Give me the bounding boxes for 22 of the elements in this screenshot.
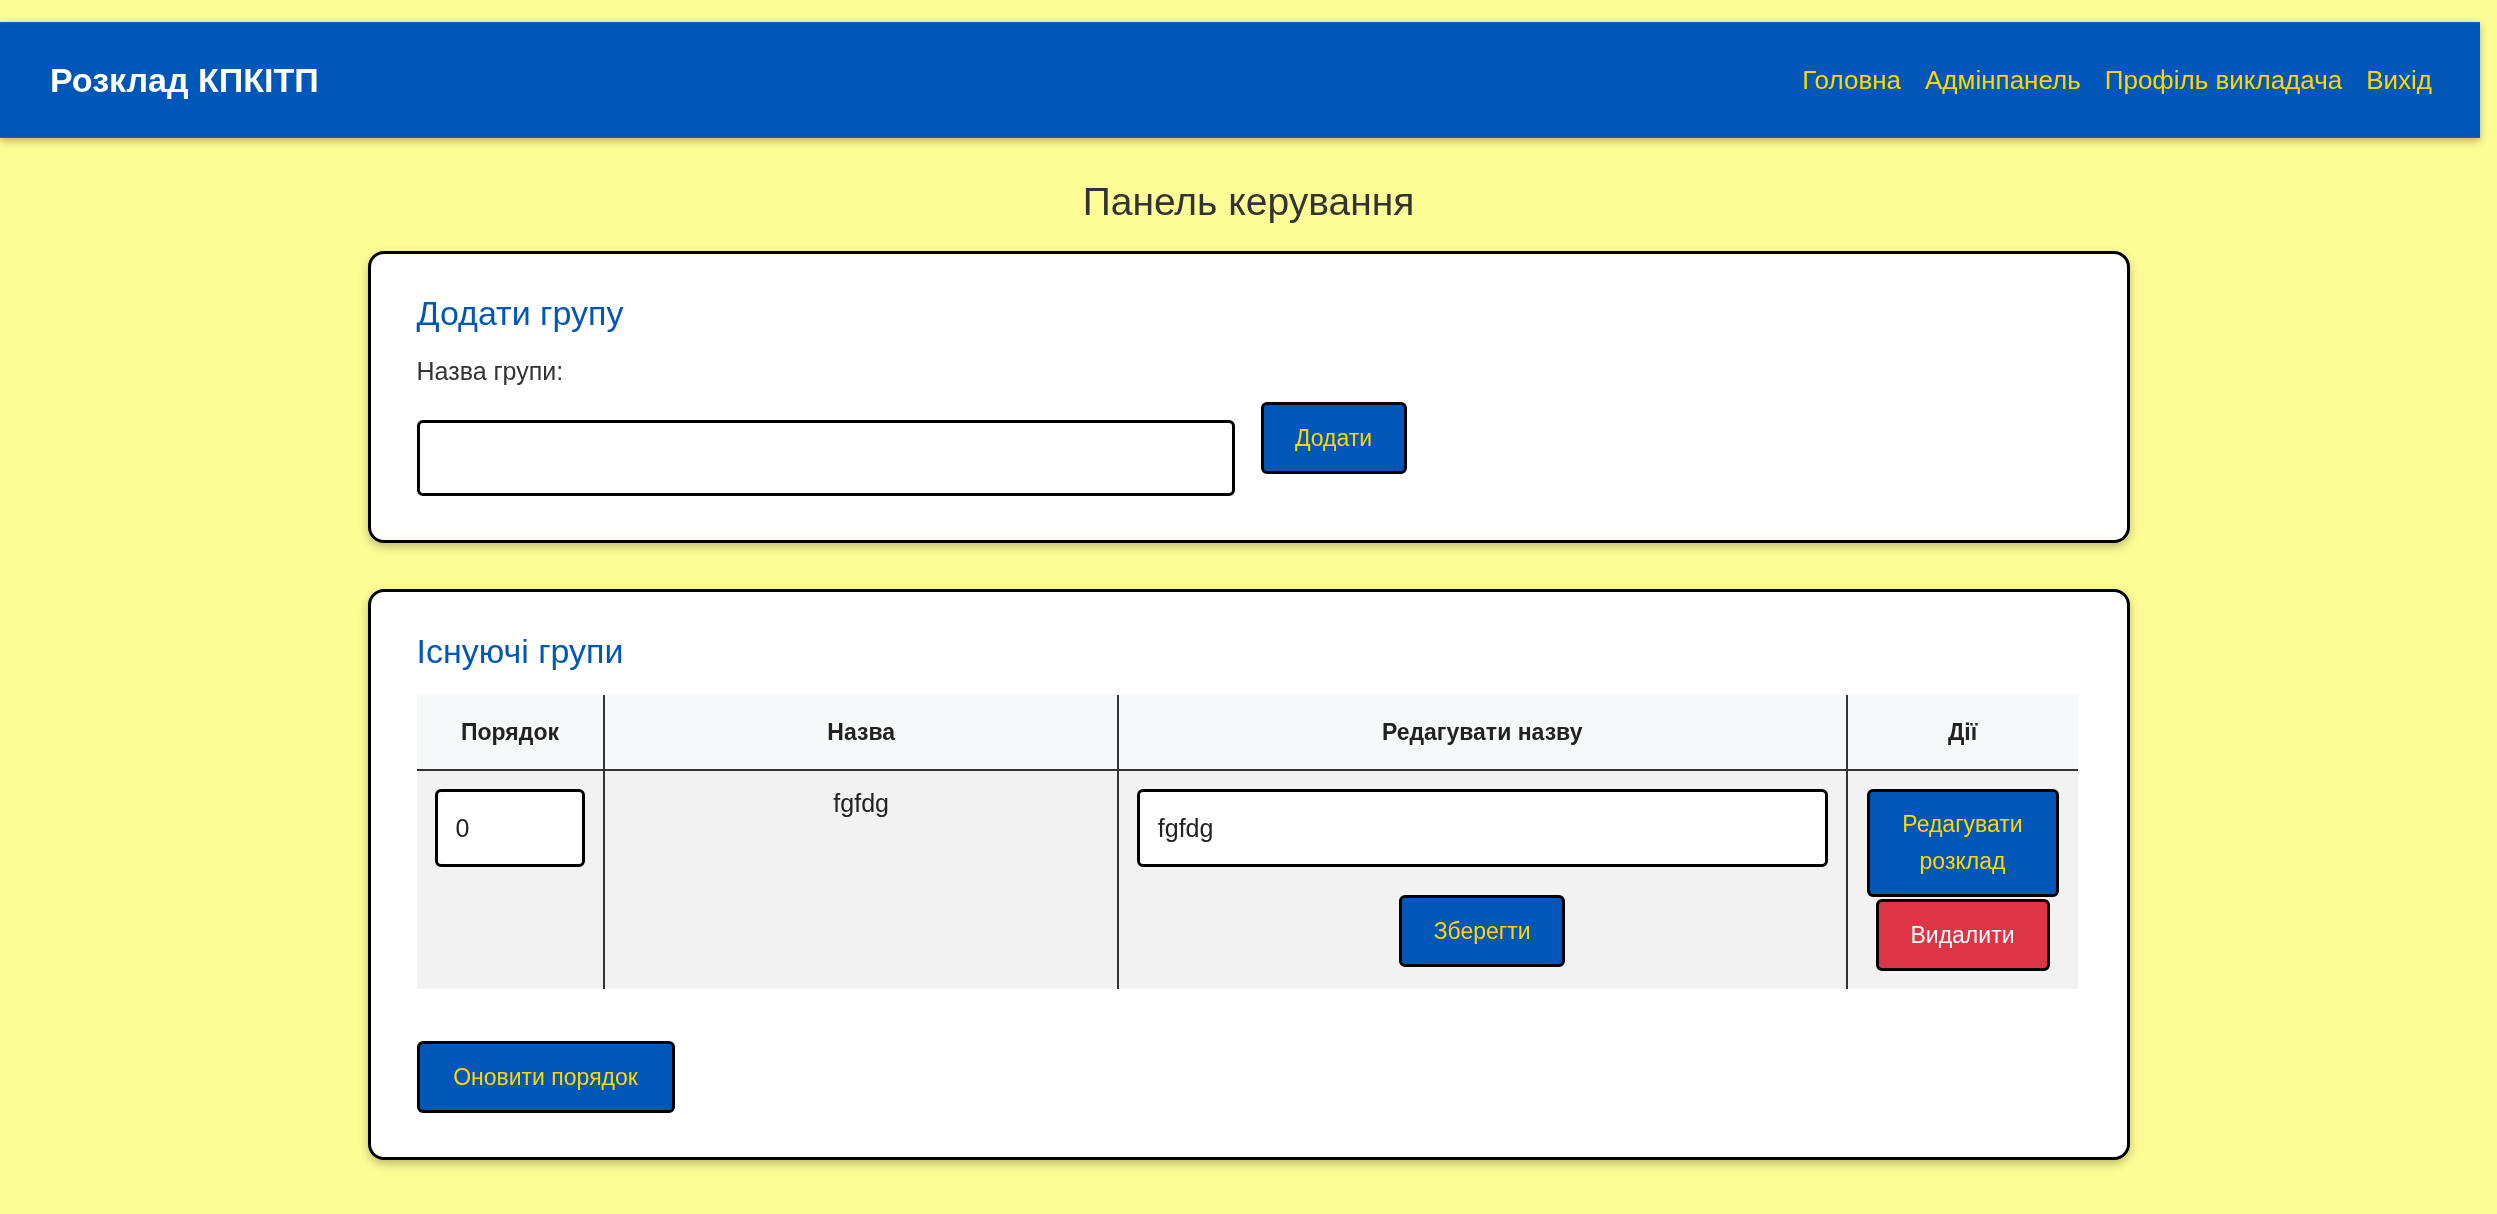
nav-link[interactable]: Адмінпанель — [1925, 64, 2081, 96]
update-order-button[interactable]: Оновити порядок — [416, 1041, 675, 1113]
column-header: Порядок — [416, 695, 605, 770]
column-header: Дії — [1846, 695, 2078, 770]
add-button[interactable]: Додати — [1260, 402, 1407, 474]
site-title: Розклад КПКІТП — [50, 60, 319, 100]
table-cell: fgfdg — [604, 770, 1118, 989]
delete-button[interactable]: Видалити — [1875, 899, 2050, 971]
column-header: Редагувати назву — [1117, 695, 1847, 770]
edit-schedule-button[interactable]: Редагувати розклад — [1866, 789, 2059, 897]
column-header: Назва — [604, 695, 1118, 770]
save-button[interactable]: Зберегти — [1399, 895, 1566, 967]
group-name-field[interactable]: fgfdg — [1136, 789, 1828, 867]
card-title: Додати групу — [416, 294, 625, 333]
nav-link[interactable]: Головна — [1802, 64, 1902, 96]
group-name-field[interactable] — [416, 420, 1235, 496]
order-field[interactable]: 0 — [434, 789, 585, 867]
nav-link[interactable]: Профіль викладача — [2104, 64, 2343, 96]
nav-link[interactable]: Вихід — [2366, 64, 2432, 96]
field-label: Назва групи: — [416, 357, 565, 386]
page-title: Панель керування — [1081, 180, 1416, 224]
card-title: Існуючі групи — [416, 632, 625, 671]
